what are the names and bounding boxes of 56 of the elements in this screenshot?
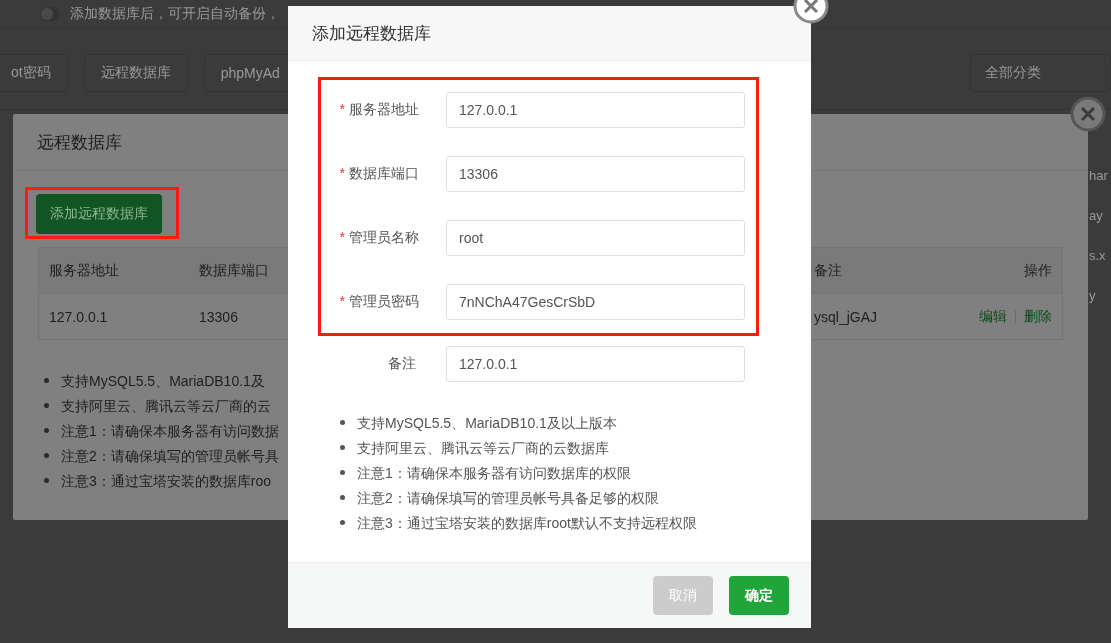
table-cell-text: ay [1089,208,1104,223]
note-text: 注意2：请确保填写的管理员帐号具备足够的权限 [357,488,659,508]
confirm-button[interactable]: 确定 [729,576,789,615]
required-mark: * [339,101,345,119]
field-label: 数据库端口 [349,165,419,183]
table-cell-text: ysql_jGAJ [814,308,879,325]
required-mark: * [339,293,345,311]
input-field[interactable]: 13306 [446,156,745,192]
note-text: 支持阿里云、腾讯云等云厂商的云数据库 [357,438,609,458]
note-text: 注意2：请确保填写的管理员帐号具 [61,446,279,466]
bullet-icon [340,445,345,450]
field-label: 管理员密码 [349,293,419,311]
field-label: 管理员名称 [349,229,419,247]
field-label: 备注 [388,355,416,373]
field-label: 服务器地址 [349,101,419,119]
bullet-icon [44,378,49,383]
column-header: 备注 [814,261,843,280]
note-text: 注意3：通过宝塔安装的数据库roo [61,471,272,491]
required-mark: * [339,229,345,247]
add-remote-database-button[interactable]: 添加远程数据库 [36,194,162,234]
table-cell-text: s.x [1089,248,1107,263]
column-header: 数据库端口 [199,261,270,280]
dialog-title: 远程数据库 [37,131,122,154]
action-link[interactable]: 编辑 [979,307,1007,326]
bullet-icon [340,470,345,475]
bullet-icon [340,520,345,525]
hint-text: 添加数据库后，可开启自动备份， [70,5,280,23]
input-field[interactable]: root [446,220,745,256]
input-field[interactable]: 127.0.0.1 [446,346,745,382]
table-cell-text: y [1089,288,1097,303]
column-header: 操作 [1024,261,1052,280]
note-text: 注意1：请确保本服务器有访问数据库的权限 [357,463,631,483]
dialog-title: 添加远程数据库 [312,22,431,45]
input-field[interactable]: 127.0.0.1 [446,92,745,128]
toggle-switch[interactable] [40,7,60,21]
table-cell-text: 127.0.0.1 [49,308,109,325]
column-header: 服务器地址 [49,261,120,280]
note-text: 注意3：通过宝塔安装的数据库root默认不支持远程权限 [357,513,697,533]
note-text: 支持MySQL5.5、MariaDB10.1及以上版本 [357,413,617,433]
bullet-icon [340,420,345,425]
toolbar-button[interactable]: ot密码 [0,54,68,92]
bullet-icon [340,495,345,500]
note-text: 注意1：请确保本服务器有访问数据 [61,421,279,441]
bullet-icon [44,453,49,458]
bullet-icon [44,403,49,408]
toolbar-button[interactable]: 远程数据库 [83,54,188,92]
input-field[interactable]: 7nNChA47GesCrSbD [446,284,745,320]
bullet-icon [44,478,49,483]
bullet-icon [44,428,49,433]
note-text: 支持MySQL5.5、MariaDB10.1及 [61,371,265,391]
category-select[interactable]: 全部分类 [970,54,1111,92]
note-text: 支持阿里云、腾讯云等云厂商的云 [61,396,271,416]
action-link[interactable]: 删除 [1024,307,1052,326]
table-cell: har [1089,168,1108,183]
table-cell-text: 13306 [199,308,239,325]
required-mark: * [339,165,345,183]
